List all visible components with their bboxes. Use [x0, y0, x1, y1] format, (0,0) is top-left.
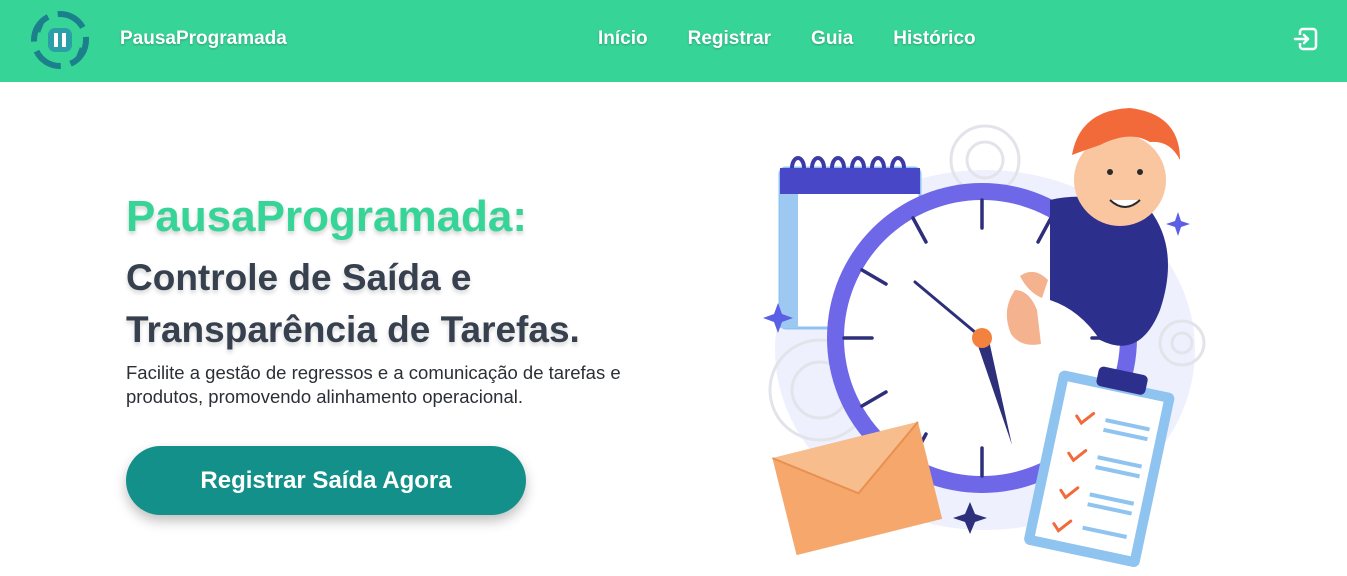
logout-icon[interactable] — [1293, 26, 1319, 52]
main-nav: Início Registrar Guia Histórico — [598, 28, 976, 50]
pause-cycle-icon[interactable] — [26, 9, 94, 71]
hero-illustration — [763, 108, 1206, 568]
nav-historico[interactable]: Histórico — [893, 28, 975, 50]
register-exit-button[interactable]: Registrar Saída Agora — [126, 446, 526, 515]
hero-title-line-1: Controle de Saída e — [126, 257, 472, 298]
hero-description: Facilite a gestão de regressos e a comun… — [126, 362, 621, 407]
envelope-icon — [772, 421, 943, 556]
nav-inicio[interactable]: Início — [598, 28, 648, 50]
hero-title-line-2: Transparência de Tarefas. — [126, 309, 580, 350]
top-navbar: PausaProgramada Início Registrar Guia Hi… — [0, 0, 1347, 82]
hero-title-brand: PausaProgramada: — [126, 192, 528, 241]
brand-name[interactable]: PausaProgramada — [120, 28, 287, 50]
hero-title: Controle de Saída e Transparência de Tar… — [126, 252, 580, 356]
nav-guia[interactable]: Guia — [811, 28, 853, 50]
nav-registrar[interactable]: Registrar — [688, 28, 771, 50]
